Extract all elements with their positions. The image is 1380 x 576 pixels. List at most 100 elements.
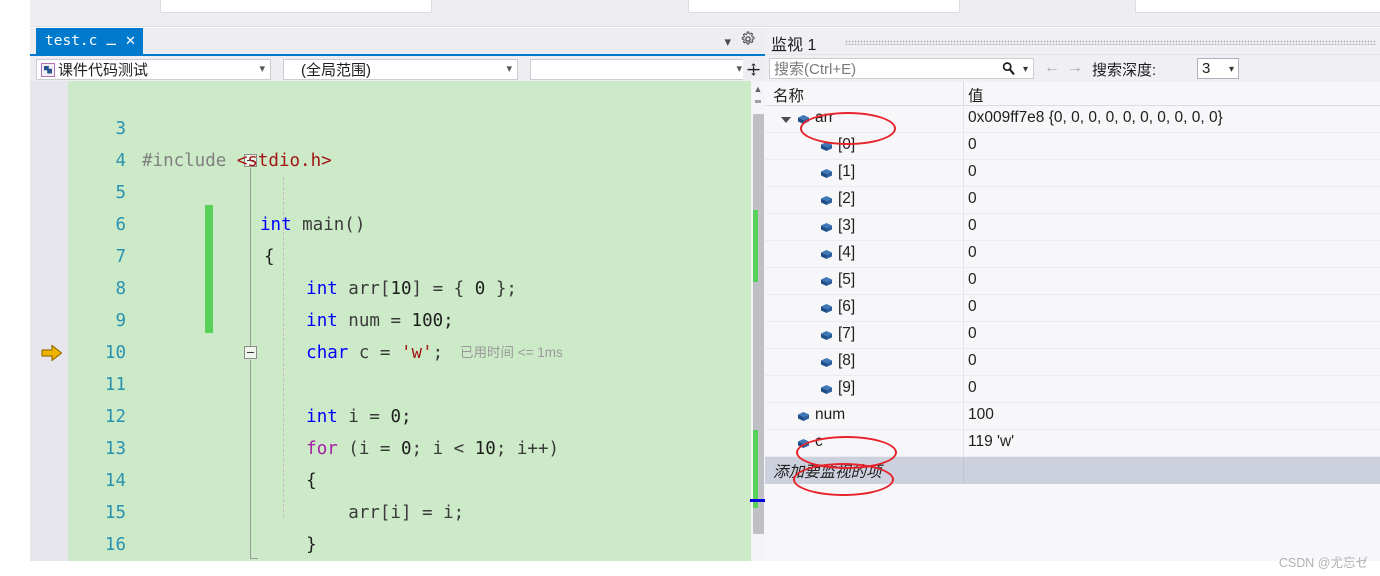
execution-arrow-icon	[41, 344, 63, 362]
chevron-down-icon[interactable]: ▾	[506, 63, 512, 76]
chevron-down-icon[interactable]: ▾	[736, 63, 742, 76]
table-row[interactable]: [3] 0	[765, 214, 1380, 241]
table-row[interactable]: [2] 0	[765, 187, 1380, 214]
left-white-gutter	[0, 0, 30, 576]
variable-value[interactable]: 0x009ff7e8 {0, 0, 0, 0, 0, 0, 0, 0, 0, 0…	[968, 109, 1223, 127]
chevron-down-icon[interactable]: ▾	[724, 34, 731, 50]
variable-name: [3]	[838, 217, 856, 234]
variable-value[interactable]: 0	[968, 217, 977, 235]
table-row[interactable]: [0] 0	[765, 133, 1380, 160]
split-view-icon[interactable]	[743, 59, 763, 80]
watch-title-bar[interactable]: 监视 1	[765, 28, 1380, 55]
variable-value[interactable]: 100	[968, 406, 994, 424]
project-selector-combobox[interactable]: 课件代码测试 ▾	[36, 59, 271, 80]
table-row[interactable]: num 100	[765, 403, 1380, 430]
code-line: 7 int arr[10] = { 0 };	[68, 209, 751, 299]
column-divider	[963, 187, 964, 213]
toolbar-ghost-control-3[interactable]	[1135, 0, 1380, 13]
variable-value[interactable]: 0	[968, 136, 977, 154]
project-selector-label: 课件代码测试	[58, 62, 149, 79]
gear-icon[interactable]	[740, 31, 756, 51]
column-divider	[963, 349, 964, 375]
title-bar-grip	[845, 40, 1376, 45]
variable-cube-icon	[820, 168, 832, 179]
variable-value[interactable]: 0	[968, 379, 977, 397]
tab-filename: test.c	[45, 33, 98, 49]
table-row[interactable]: [4] 0	[765, 241, 1380, 268]
watch-title-label: 监视 1	[771, 37, 817, 54]
variable-name: [9]	[838, 379, 856, 396]
chevron-down-icon[interactable]: ▾	[1023, 63, 1028, 76]
add-watch-placeholder: 添加要监视的项	[773, 464, 882, 481]
variable-value[interactable]: 119 'w'	[968, 433, 1014, 451]
chevron-down-icon[interactable]: ▾	[259, 63, 265, 76]
variable-name: num	[815, 406, 846, 423]
variable-value[interactable]: 0	[968, 325, 977, 343]
watch-column-header: 名称 值	[765, 82, 1380, 106]
variable-name: arr	[815, 109, 834, 126]
project-icon	[41, 62, 55, 77]
editor-vertical-scrollbar[interactable]: ▲	[750, 81, 765, 561]
code-line: 15 }	[68, 465, 751, 555]
add-watch-item-row[interactable]: 添加要监视的项	[765, 457, 1380, 484]
close-icon[interactable]: ✕	[125, 33, 136, 49]
tab-test-c[interactable]: test.c ⚊ ✕	[36, 28, 143, 54]
scroll-up-arrow-icon[interactable]: ▲	[751, 81, 765, 97]
table-row[interactable]: [1] 0	[765, 160, 1380, 187]
search-depth-value: 3	[1202, 60, 1211, 77]
column-divider[interactable]	[963, 82, 964, 105]
column-divider	[963, 430, 964, 456]
table-row[interactable]: arr 0x009ff7e8 {0, 0, 0, 0, 0, 0, 0, 0, …	[765, 106, 1380, 133]
variable-value[interactable]: 0	[968, 244, 977, 262]
search-input[interactable]: 搜索(Ctrl+E) ▾	[769, 58, 1034, 79]
search-depth-select[interactable]: 3 ▾	[1197, 58, 1239, 79]
toolbar-ghost-control-2[interactable]	[688, 0, 960, 13]
variable-cube-icon	[820, 303, 832, 314]
code-line: 14 arr[i] = i;	[68, 433, 751, 523]
variable-value[interactable]: 0	[968, 271, 977, 289]
search-icon[interactable]	[1001, 61, 1016, 80]
toolbar-ghost-control-1[interactable]	[160, 0, 432, 13]
variable-value[interactable]: 0	[968, 352, 977, 370]
table-row[interactable]: [6] 0	[765, 295, 1380, 322]
code-editor-pane: test.c ⚊ ✕ ▾ 课件代码测试 ▾ (全局范围) ▾ ▾ 3 #incl…	[30, 28, 765, 561]
table-row[interactable]: [9] 0	[765, 376, 1380, 403]
scrollbar-change-marker	[753, 430, 758, 508]
scrollbar-change-marker	[753, 210, 758, 282]
table-row[interactable]: [5] 0	[765, 268, 1380, 295]
variable-value[interactable]: 0	[968, 163, 977, 181]
variable-value[interactable]: 0	[968, 298, 977, 316]
variable-cube-icon	[820, 222, 832, 233]
variable-cube-icon	[820, 330, 832, 341]
expand-collapse-toggle[interactable]	[781, 117, 791, 123]
column-header-value[interactable]: 值	[968, 84, 984, 106]
table-row[interactable]: [7] 0	[765, 322, 1380, 349]
variable-cube-icon	[820, 357, 832, 368]
breakpoint-margin[interactable]	[30, 81, 68, 561]
arrow-left-icon[interactable]: ←	[1044, 59, 1060, 77]
column-header-name[interactable]: 名称	[773, 84, 804, 106]
table-row[interactable]: c 119 'w'	[765, 430, 1380, 457]
scrollbar-position-marker	[750, 499, 765, 502]
search-placeholder: 搜索(Ctrl+E)	[774, 61, 857, 78]
top-toolbar-strip	[0, 0, 1380, 28]
scope-selector-label: (全局范围)	[301, 62, 371, 79]
bottom-white-band	[0, 561, 1380, 576]
table-row[interactable]: [8] 0	[765, 349, 1380, 376]
scope-selector-combobox[interactable]: (全局范围) ▾	[283, 59, 518, 80]
watch-toolbar: 搜索(Ctrl+E) ▾ ← → 搜索深度: 3 ▾	[765, 55, 1380, 82]
code-area[interactable]: 3 #include <stdio.h> 4 5 int main() 6 { …	[30, 81, 765, 561]
variable-cube-icon	[820, 249, 832, 260]
variable-name: c	[815, 433, 823, 450]
member-selector-combobox[interactable]: ▾	[530, 59, 748, 80]
pin-icon[interactable]: ⚊	[105, 33, 117, 49]
variable-value[interactable]: 0	[968, 190, 977, 208]
variable-name: [2]	[838, 190, 856, 207]
chevron-down-icon[interactable]: ▾	[1229, 63, 1234, 76]
code-surface[interactable]: 3 #include <stdio.h> 4 5 int main() 6 { …	[68, 81, 751, 561]
code-line: 11 int i = 0; 已用时间 <= 1ms	[68, 337, 751, 427]
code-line: 3 #include <stdio.h>	[68, 81, 751, 171]
arrow-right-icon[interactable]: →	[1067, 59, 1083, 77]
watch-variable-list[interactable]: arr 0x009ff7e8 {0, 0, 0, 0, 0, 0, 0, 0, …	[765, 106, 1380, 561]
column-divider	[963, 268, 964, 294]
